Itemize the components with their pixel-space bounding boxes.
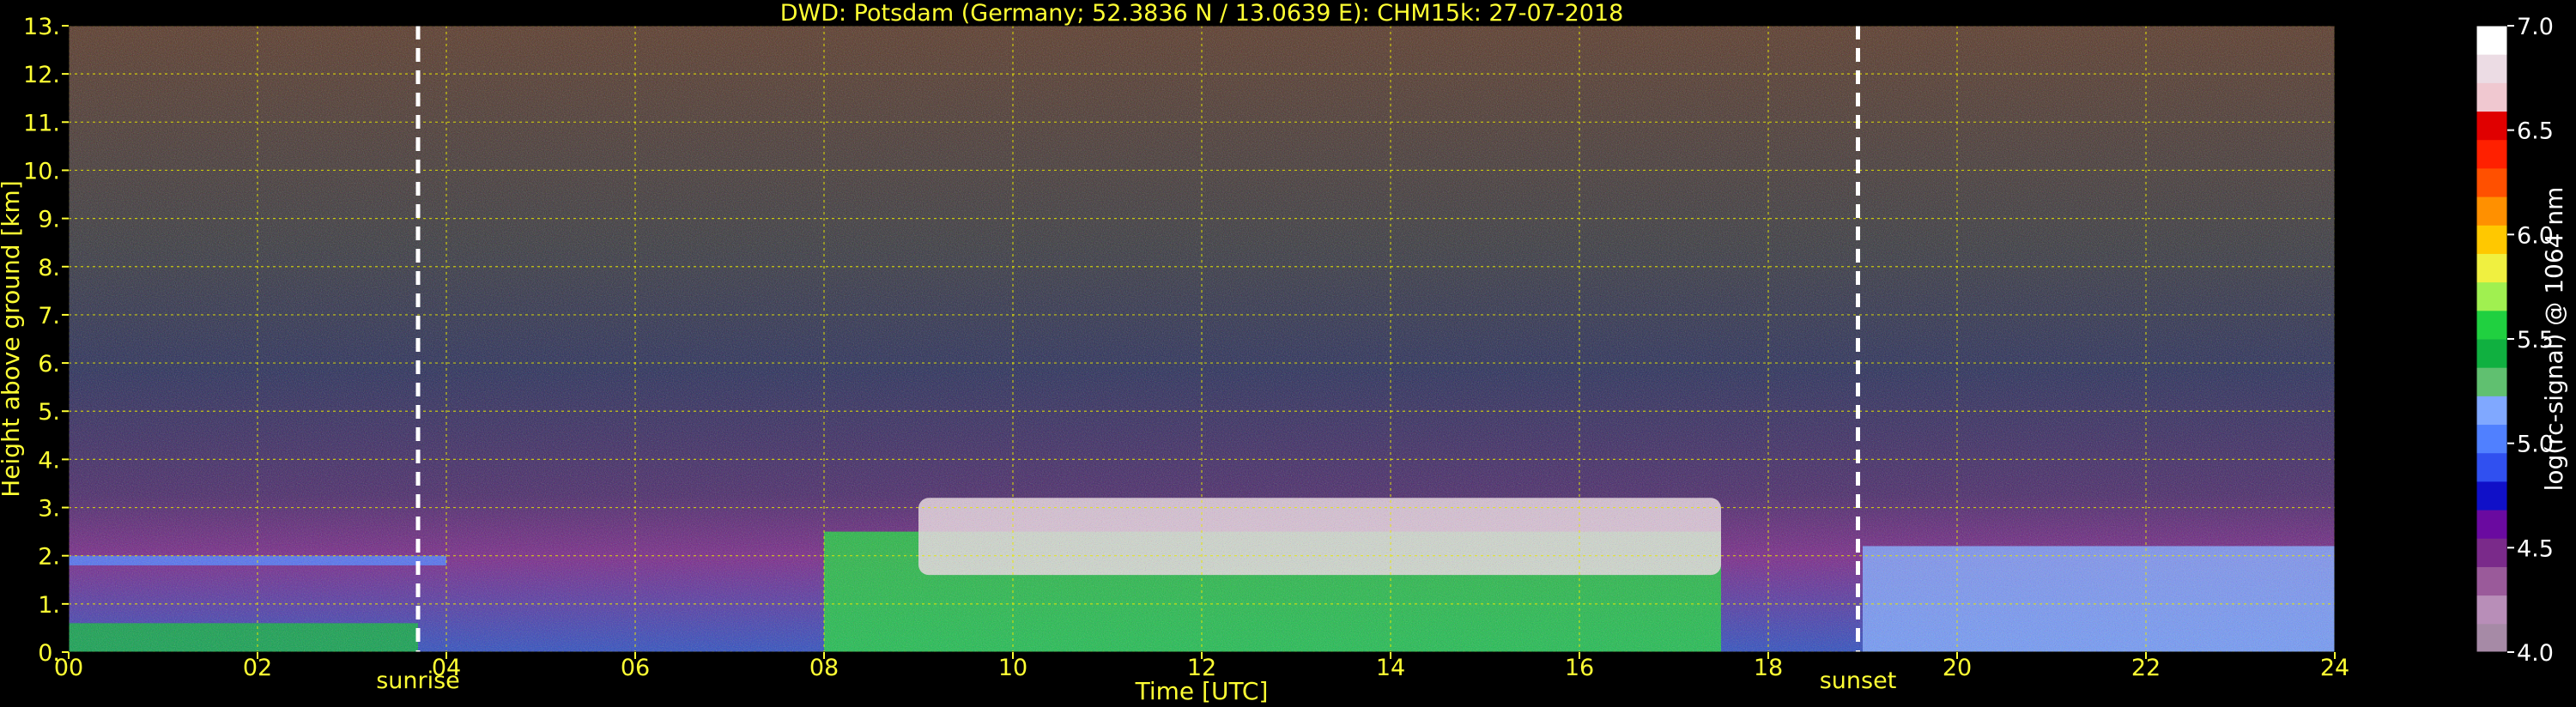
- colorbar: 4.04.55.05.56.06.57.0 log(rc-signal) @ 1…: [2476, 14, 2568, 667]
- y-tick-11: 11.: [23, 110, 60, 136]
- colorbar-tick-4.5: 4.5: [2517, 535, 2554, 562]
- colorbar-segment-20: [2476, 54, 2507, 83]
- x-tick-14: 14: [1376, 655, 1405, 681]
- colorbar-segment-8: [2476, 396, 2507, 426]
- colorbar-segment-5: [2476, 480, 2507, 511]
- colorbar-segment-1: [2476, 595, 2507, 625]
- colorbar-segment-12: [2476, 281, 2507, 311]
- colorbar-segment-4: [2476, 510, 2507, 539]
- sunrise-label: sunrise: [376, 668, 460, 694]
- y-tick-1: 1.: [38, 592, 60, 619]
- y-axis-label: Height above ground [km]: [0, 180, 25, 498]
- colorbar-segment-18: [2476, 111, 2507, 141]
- y-axis-ticks: 0. 1. 2. 3. 4. 5. 6. 7. 8. 9. 10. 11. 12. 13.: [23, 14, 69, 667]
- colorbar-segment-0: [2476, 623, 2507, 653]
- colorbar-segment-13: [2476, 253, 2507, 283]
- x-axis-label: Time [UTC]: [1135, 677, 1269, 705]
- y-tick-6: 6.: [38, 351, 60, 378]
- colorbar-tick-6.5: 6.5: [2517, 118, 2554, 145]
- y-tick-8: 8.: [38, 255, 60, 281]
- y-tick-12: 12.: [23, 62, 60, 88]
- x-tick-06: 06: [621, 655, 650, 681]
- colorbar-segments: [2476, 26, 2507, 653]
- x-tick-08: 08: [809, 655, 839, 681]
- colorbar-segment-3: [2476, 538, 2507, 567]
- y-tick-10: 10.: [23, 158, 60, 184]
- y-tick-3: 3.: [38, 496, 60, 523]
- x-tick-02: 02: [243, 655, 272, 681]
- x-tick-10: 10: [998, 655, 1027, 681]
- colorbar-segment-2: [2476, 566, 2507, 596]
- chart-title: DWD: Potsdam (Germany; 52.3836 N / 13.06…: [780, 0, 1624, 27]
- colorbar-segment-14: [2476, 225, 2507, 254]
- colorbar-segment-21: [2476, 26, 2507, 55]
- x-tick-20: 20: [1943, 655, 1972, 681]
- y-tick-7: 7.: [38, 303, 60, 329]
- colorbar-segment-19: [2476, 82, 2507, 112]
- y-tick-5: 5.: [38, 399, 60, 426]
- x-tick-24: 24: [2320, 655, 2349, 681]
- y-tick-4: 4.: [38, 447, 60, 474]
- plot-area: [69, 26, 2335, 652]
- y-tick-9: 9.: [38, 207, 60, 233]
- sunset-label: sunset: [1820, 668, 1897, 694]
- colorbar-segment-11: [2476, 310, 2507, 340]
- x-tick-22: 22: [2131, 655, 2161, 681]
- colorbar-tick-4.0: 4.0: [2517, 640, 2554, 667]
- y-tick-2: 2.: [38, 544, 60, 571]
- colorbar-label: log(rc-signal) @ 1064 nm: [2540, 187, 2568, 492]
- colorbar-segment-15: [2476, 196, 2507, 226]
- ceilometer-chart: DWD: Potsdam (Germany; 52.3836 N / 13.06…: [0, 0, 2568, 705]
- colorbar-segment-16: [2476, 167, 2507, 197]
- colorbar-segment-9: [2476, 367, 2507, 396]
- x-tick-18: 18: [1754, 655, 1783, 681]
- colorbar-segment-6: [2476, 452, 2507, 482]
- colorbar-segment-7: [2476, 424, 2507, 454]
- x-tick-16: 16: [1565, 655, 1594, 681]
- colorbar-segment-10: [2476, 339, 2507, 368]
- y-tick-13: 13.: [23, 14, 60, 40]
- colorbar-tick-7.0: 7.0: [2517, 14, 2554, 40]
- y-tick-0: 0.: [38, 640, 60, 667]
- colorbar-segment-17: [2476, 139, 2507, 169]
